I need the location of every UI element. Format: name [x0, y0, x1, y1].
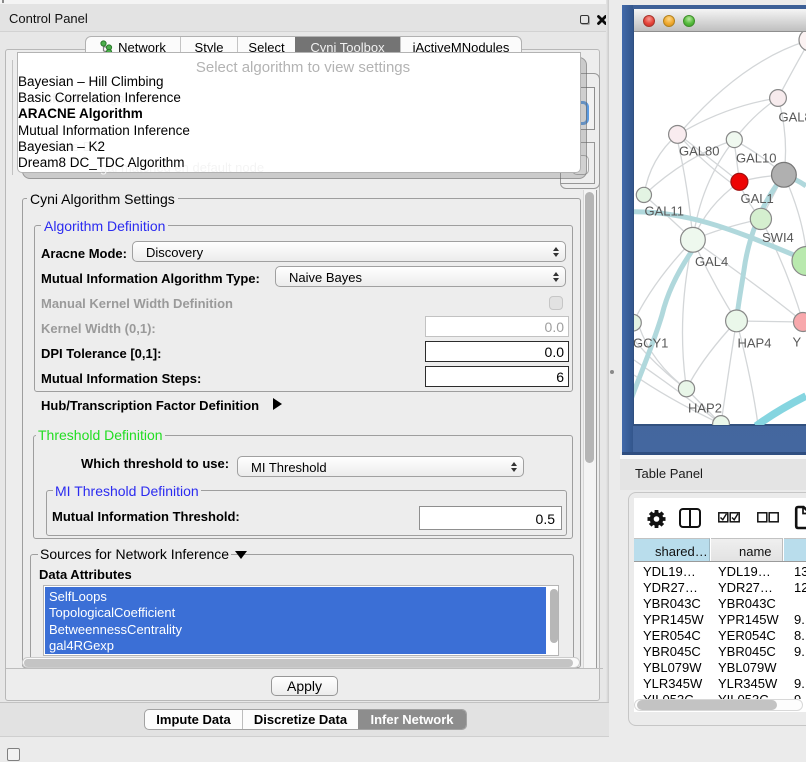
- svg-text:HAP2: HAP2: [688, 401, 722, 416]
- svg-text:GAL1: GAL1: [741, 191, 774, 206]
- svg-text:Y: Y: [793, 335, 802, 350]
- svg-text:GAL8: GAL8: [779, 110, 806, 125]
- svg-text:GAL11: GAL11: [645, 204, 685, 219]
- svg-text:GAL80: GAL80: [679, 144, 719, 159]
- svg-text:GAL10: GAL10: [736, 151, 776, 166]
- svg-text:GCY1: GCY1: [634, 336, 668, 351]
- svg-text:GAL4: GAL4: [695, 254, 728, 269]
- svg-text:SWI4: SWI4: [762, 230, 794, 245]
- svg-text:HAP4: HAP4: [738, 336, 772, 351]
